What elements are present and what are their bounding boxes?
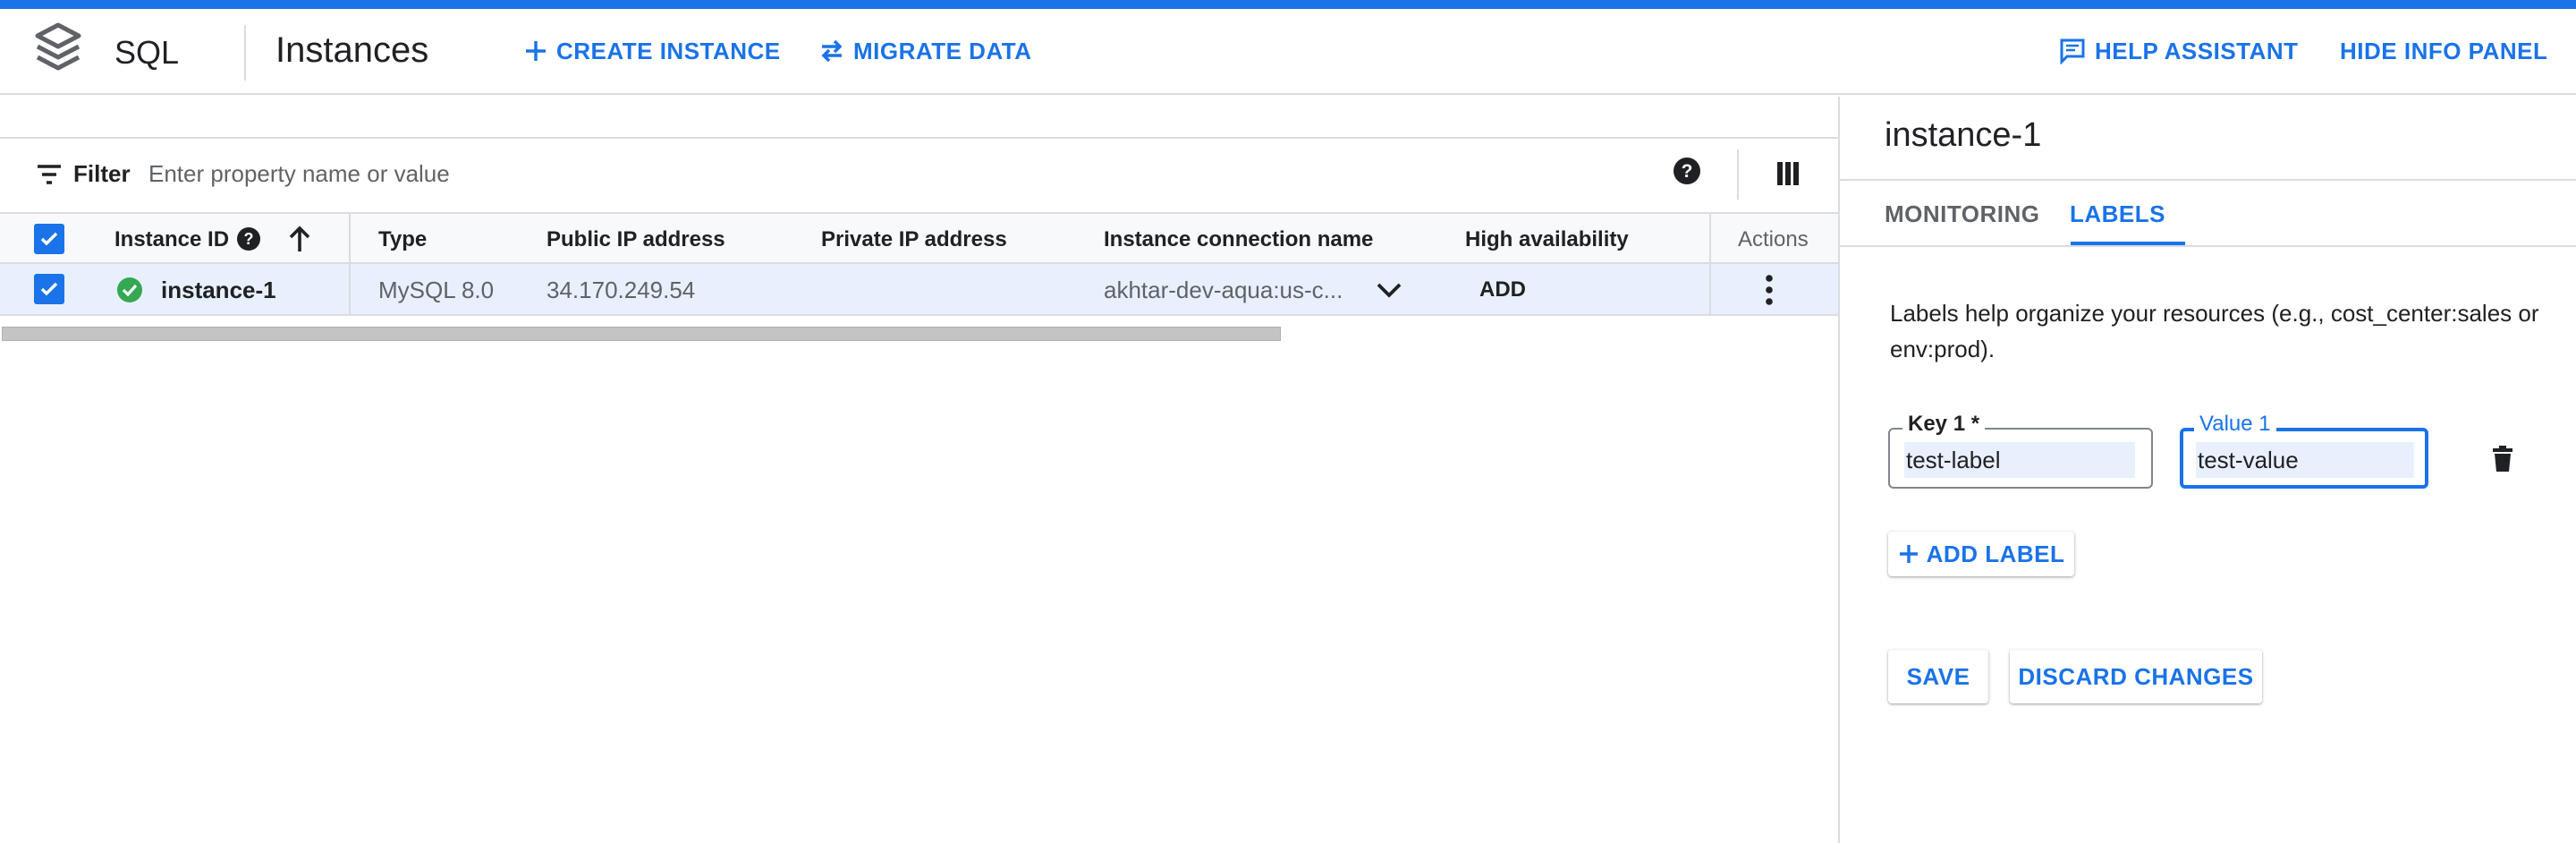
filter-icon [38,165,61,184]
product-name: SQL [114,34,180,71]
table-header: Instance ID ? Type Public IP address Pri… [0,212,1838,264]
hide-info-panel-button[interactable]: HIDE INFO PANEL [2340,32,2547,70]
header-divider [244,25,246,81]
filter-divider [1737,149,1739,200]
key-input[interactable] [1904,442,2135,478]
filter-bar: Filter ? [0,139,1838,212]
actions-cell [1709,264,1838,314]
sql-logo-icon [35,22,81,71]
app-header: SQL Instances CREATE INSTANCE MIGRATE DA… [0,9,2576,95]
check-icon [40,232,58,246]
col-actions: Actions [1738,227,1809,251]
select-all-checkbox[interactable] [34,224,64,254]
panel-divider [1840,245,2576,247]
info-panel: instance-1 MONITORING LABELS Labels help… [1838,97,2576,843]
help-assistant-label: HELP ASSISTANT [2095,37,2299,64]
tab-monitoring[interactable]: MONITORING [1885,200,2040,228]
swap-arrows-icon [821,39,843,63]
table-row[interactable]: instance-1 MySQL 8.0 34.170.249.54 akhta… [0,264,1838,316]
hide-info-panel-label: HIDE INFO PANEL [2340,37,2548,64]
key-field-label: Key 1 * [1902,412,1986,437]
svg-text:?: ? [244,230,254,248]
top-accent-bar [0,0,2576,9]
instance-id-link[interactable]: instance-1 [161,277,276,304]
svg-text:?: ? [1682,161,1693,182]
migrate-data-label: MIGRATE DATA [853,37,1032,64]
key-field: Key 1 * [1888,412,2153,489]
add-label-button[interactable]: ADD LABEL [1888,532,2074,576]
check-icon [40,282,58,296]
create-instance-label: CREATE INSTANCE [556,37,781,64]
value-input[interactable] [2196,442,2414,478]
col-type[interactable]: Type [378,227,427,252]
discard-changes-button[interactable]: DISCARD CHANGES [2010,650,2262,703]
col-public-ip[interactable]: Public IP address [547,227,725,252]
create-instance-button[interactable]: CREATE INSTANCE [524,32,781,70]
connection-name: akhtar-dev-aqua:us-c... [1104,277,1343,303]
filter-label: Filter [73,160,131,187]
help-icon[interactable]: ? [1673,157,1701,185]
instance-type: MySQL 8.0 [378,277,495,303]
filter-input[interactable] [148,151,1580,196]
discard-label: DISCARD CHANGES [2018,662,2254,690]
plus-icon [1899,545,1918,563]
chat-icon [2060,38,2085,64]
chevron-down-icon[interactable] [1376,280,1402,300]
more-vert-icon[interactable] [1765,275,1774,305]
col-private-ip[interactable]: Private IP address [821,227,1007,252]
help-assistant-button[interactable]: HELP ASSISTANT [2059,32,2299,70]
labels-description: Labels help organize your resources (e.g… [1890,300,2539,362]
horizontal-scrollbar[interactable] [2,327,1281,341]
value-field: Value 1 [2180,412,2428,489]
actions-header-cell: Actions [1709,214,1838,262]
panel-title: instance-1 [1885,116,2042,154]
instances-main: Filter ? Instance ID ? Type [0,97,1838,843]
tab-labels[interactable]: LABELS [2070,200,2165,228]
help-icon[interactable]: ? [236,226,261,251]
save-button[interactable]: SAVE [1888,650,1988,703]
delete-icon[interactable] [2491,446,2514,473]
column-separator [349,214,351,264]
col-connection-name[interactable]: Instance connection name [1104,227,1373,252]
status-ok-icon [117,277,142,302]
save-label: SAVE [1906,662,1970,690]
add-ha-link[interactable]: ADD [1479,277,1526,302]
column-display-icon[interactable] [1776,160,1800,187]
migrate-data-button[interactable]: MIGRATE DATA [819,32,1032,70]
panel-divider [1840,179,2576,181]
column-separator [349,264,351,314]
plus-icon [526,41,546,61]
page-title: Instances [275,30,429,70]
col-instance-id[interactable]: Instance ID [114,227,229,252]
col-high-availability[interactable]: High availability [1465,227,1629,252]
sort-ascending-icon[interactable] [286,225,313,253]
row-checkbox[interactable] [34,274,64,304]
add-label-text: ADD LABEL [1926,540,2065,567]
public-ip: 34.170.249.54 [547,277,696,303]
value-field-label: Value 1 [2194,412,2276,437]
